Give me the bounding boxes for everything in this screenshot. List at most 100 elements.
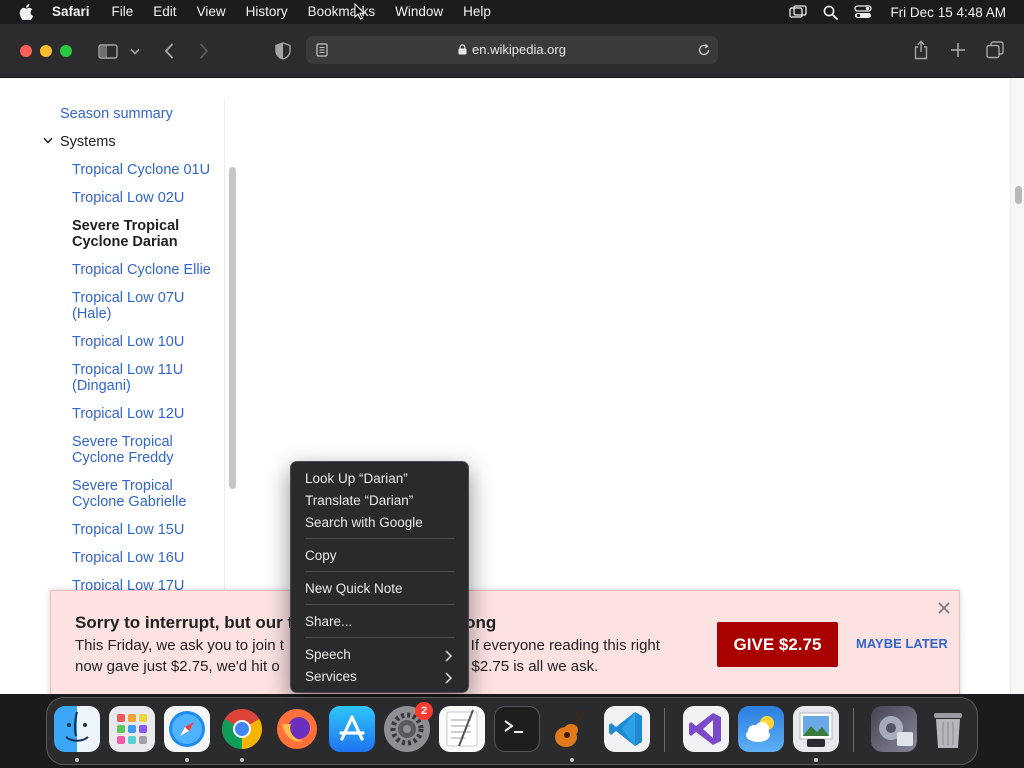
menu-bar: Safari File Edit View History Bookmarks …	[0, 0, 1024, 24]
garageband-icon[interactable]	[549, 706, 595, 752]
toc-scrollbar[interactable]	[229, 167, 236, 489]
menu-item-services[interactable]: Services	[305, 669, 357, 685]
menu-history[interactable]: History	[246, 0, 288, 24]
notification-badge: 2	[415, 702, 433, 720]
chevron-down-icon[interactable]	[42, 134, 54, 146]
close-icon[interactable]	[937, 601, 951, 615]
menu-separator	[305, 604, 455, 605]
menu-item-speech[interactable]: Speech	[305, 647, 351, 663]
menu-help[interactable]: Help	[463, 0, 491, 24]
toc-divider	[224, 100, 225, 620]
toc-item[interactable]: Tropical Cyclone 01U	[72, 162, 220, 178]
dock: 2	[46, 697, 978, 765]
menu-bookmarks[interactable]: Bookmarks	[308, 0, 376, 24]
banner-headline-start: Sorry to interrupt, but our f	[75, 613, 294, 632]
url-domain: en.wikipedia.org	[472, 42, 566, 57]
firefox-icon[interactable]	[274, 706, 320, 752]
page-scrollbar[interactable]	[1010, 78, 1024, 694]
menu-separator	[305, 571, 455, 572]
launchpad-icon[interactable]	[109, 706, 155, 752]
finder-icon[interactable]	[54, 706, 100, 752]
chevron-right-icon	[445, 671, 453, 684]
control-center-icon[interactable]	[854, 5, 873, 19]
menu-view[interactable]: View	[197, 0, 226, 24]
toc-item[interactable]: Tropical Low 11U (Dingani)	[72, 362, 192, 394]
banner-headline-end: ong	[465, 613, 497, 632]
apple-menu-icon[interactable]	[19, 3, 37, 21]
banner-body-text: now gave just $2.75, we'd hit o	[75, 658, 280, 675]
menu-item-translate[interactable]: Translate “Darian”	[305, 493, 413, 509]
safari-icon[interactable]	[164, 706, 210, 752]
screen-mirroring-icon[interactable]	[789, 5, 808, 19]
vscode-icon[interactable]	[604, 706, 650, 752]
tab-overview-icon[interactable]	[984, 40, 1006, 60]
address-bar[interactable]: en.wikipedia.org	[306, 36, 718, 64]
back-arrow-icon[interactable]	[160, 41, 178, 61]
banner-body-text: This Friday, we ask you to join t	[75, 637, 284, 654]
safari-toolbar: en.wikipedia.org	[0, 24, 1024, 78]
toc-item[interactable]: Tropical Low 16U	[72, 550, 220, 566]
toc-item[interactable]: Tropical Low 15U	[72, 522, 220, 538]
menu-file[interactable]: File	[112, 0, 134, 24]
visual-studio-icon[interactable]	[683, 706, 729, 752]
chevron-down-icon[interactable]	[128, 45, 142, 57]
mouse-pointer-icon	[354, 2, 366, 25]
donation-banner: Sorry to interrupt, but our f ong This Fr…	[50, 590, 960, 694]
reload-icon[interactable]	[696, 42, 712, 58]
toc-item[interactable]: Severe Tropical Cyclone Freddy	[72, 434, 187, 466]
toc-item[interactable]: Tropical Low 12U	[72, 406, 220, 422]
share-icon[interactable]	[911, 39, 931, 61]
toc-item-current[interactable]: Severe Tropical Cyclone Darian	[72, 218, 192, 250]
running-indicator	[570, 758, 574, 762]
menubar-clock[interactable]: Fri Dec 15 4:48 AM	[890, 5, 1006, 20]
menu-item-new-quick-note[interactable]: New Quick Note	[305, 581, 403, 597]
app-store-icon[interactable]	[329, 706, 375, 752]
downloads-folder-icon[interactable]	[871, 706, 917, 752]
banner-body-text: e. If everyone reading this right	[453, 637, 660, 654]
menu-window[interactable]: Window	[395, 0, 443, 24]
new-tab-icon[interactable]	[948, 40, 968, 60]
toc-item[interactable]: Tropical Low 02U	[72, 190, 220, 206]
preview-icon[interactable]	[793, 706, 839, 752]
spotlight-search-icon[interactable]	[823, 5, 839, 20]
table-of-contents: Season summary Systems Tropical Cyclone …	[32, 100, 236, 620]
toc-item[interactable]: Severe Tropical Cyclone Gabrielle	[72, 478, 197, 510]
menu-item-share[interactable]: Share...	[305, 614, 352, 630]
trash-icon[interactable]	[925, 706, 971, 752]
menu-app-name[interactable]: Safari	[52, 0, 90, 24]
running-indicator	[814, 758, 818, 762]
close-window-button[interactable]	[20, 45, 32, 57]
give-button[interactable]: GIVE $2.75	[717, 622, 838, 667]
web-page: Season summary Systems Tropical Cyclone …	[0, 78, 1024, 694]
terminal-icon[interactable]	[494, 706, 540, 752]
running-indicator	[185, 758, 189, 762]
chevron-right-icon	[445, 649, 453, 662]
banner-body-text: s. $2.75 is all we ask.	[455, 658, 599, 675]
toc-season-summary[interactable]: Season summary	[60, 106, 173, 122]
maybe-later-button[interactable]: MAYBE LATER	[856, 636, 948, 651]
zoom-window-button[interactable]	[60, 45, 72, 57]
sidebar-toggle-icon[interactable]	[96, 41, 120, 61]
forward-arrow-icon[interactable]	[195, 41, 213, 61]
toc-item[interactable]: Tropical Low 10U	[72, 334, 220, 350]
menu-separator	[305, 637, 455, 638]
weather-icon[interactable]	[738, 706, 784, 752]
menu-separator	[305, 538, 455, 539]
menu-item-look-up[interactable]: Look Up “Darian”	[305, 471, 408, 487]
url-text[interactable]: en.wikipedia.org	[306, 42, 718, 58]
toc-item[interactable]: Tropical Low 07U (Hale)	[72, 290, 192, 322]
toc-systems[interactable]: Systems	[60, 134, 116, 150]
menu-edit[interactable]: Edit	[153, 0, 176, 24]
textedit-icon[interactable]	[439, 706, 485, 752]
menu-item-copy[interactable]: Copy	[305, 548, 337, 564]
minimize-window-button[interactable]	[40, 45, 52, 57]
running-indicator	[75, 758, 79, 762]
page-scrollbar-thumb[interactable]	[1015, 186, 1022, 204]
toc-item[interactable]: Tropical Cyclone Ellie	[72, 262, 220, 278]
running-indicator	[240, 758, 244, 762]
privacy-shield-icon[interactable]	[273, 41, 293, 61]
context-menu: Look Up “Darian” Translate “Darian” Sear…	[290, 461, 469, 693]
menu-item-search-google[interactable]: Search with Google	[305, 515, 423, 531]
dock-separator	[853, 708, 854, 752]
chrome-icon[interactable]	[219, 706, 265, 752]
